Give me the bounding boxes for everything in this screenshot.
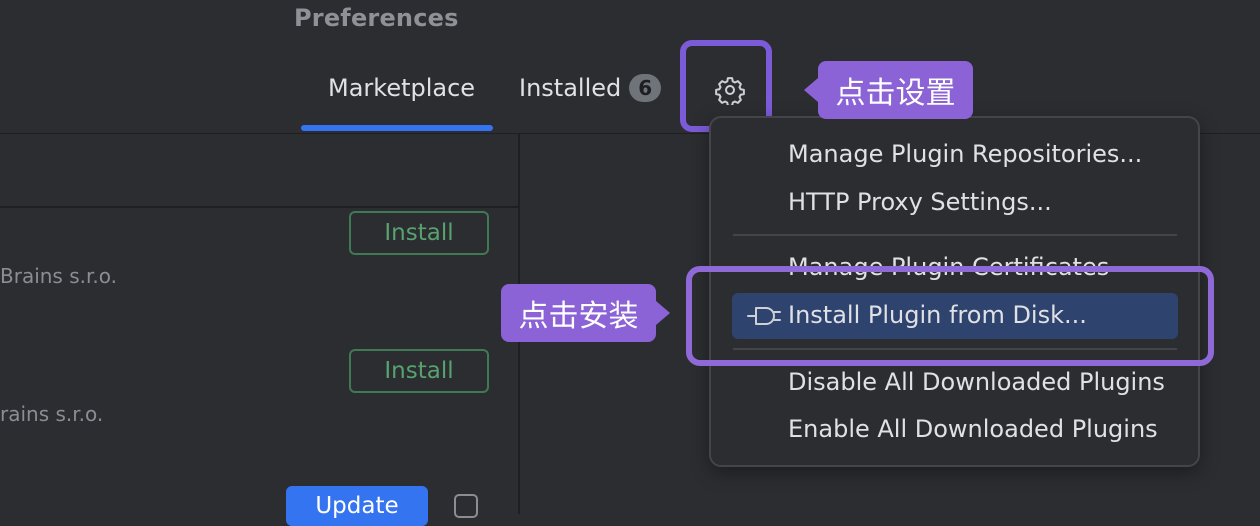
plugin-list-panel <box>0 134 518 514</box>
tab-marketplace[interactable]: Marketplace <box>328 74 475 102</box>
tab-installed[interactable]: Installed 6 <box>519 74 662 102</box>
plugin-vendor: Brains s.r.o. <box>0 264 117 288</box>
update-button[interactable]: Update <box>286 486 428 526</box>
menu-item-enable-all[interactable]: Enable All Downloaded Plugins <box>788 415 1158 443</box>
window-title: Preferences <box>294 4 459 32</box>
install-button[interactable]: Install <box>349 211 489 255</box>
plugin-checkbox[interactable] <box>454 494 478 518</box>
plugin-vendor: rains s.r.o. <box>0 402 104 426</box>
install-highlight-frame <box>686 266 1214 366</box>
install-callout: 点击安装 <box>501 284 670 342</box>
menu-item-manage-repositories[interactable]: Manage Plugin Repositories... <box>788 140 1142 168</box>
tab-installed-label: Installed <box>519 74 622 102</box>
menu-item-disable-all[interactable]: Disable All Downloaded Plugins <box>788 368 1165 396</box>
search-divider <box>0 206 518 208</box>
menu-item-http-proxy[interactable]: HTTP Proxy Settings... <box>788 188 1052 216</box>
menu-separator <box>733 234 1177 236</box>
installed-count-badge: 6 <box>629 74 662 102</box>
settings-callout: 点击设置 <box>804 61 973 119</box>
active-tab-indicator <box>301 125 493 131</box>
install-button[interactable]: Install <box>349 349 489 393</box>
